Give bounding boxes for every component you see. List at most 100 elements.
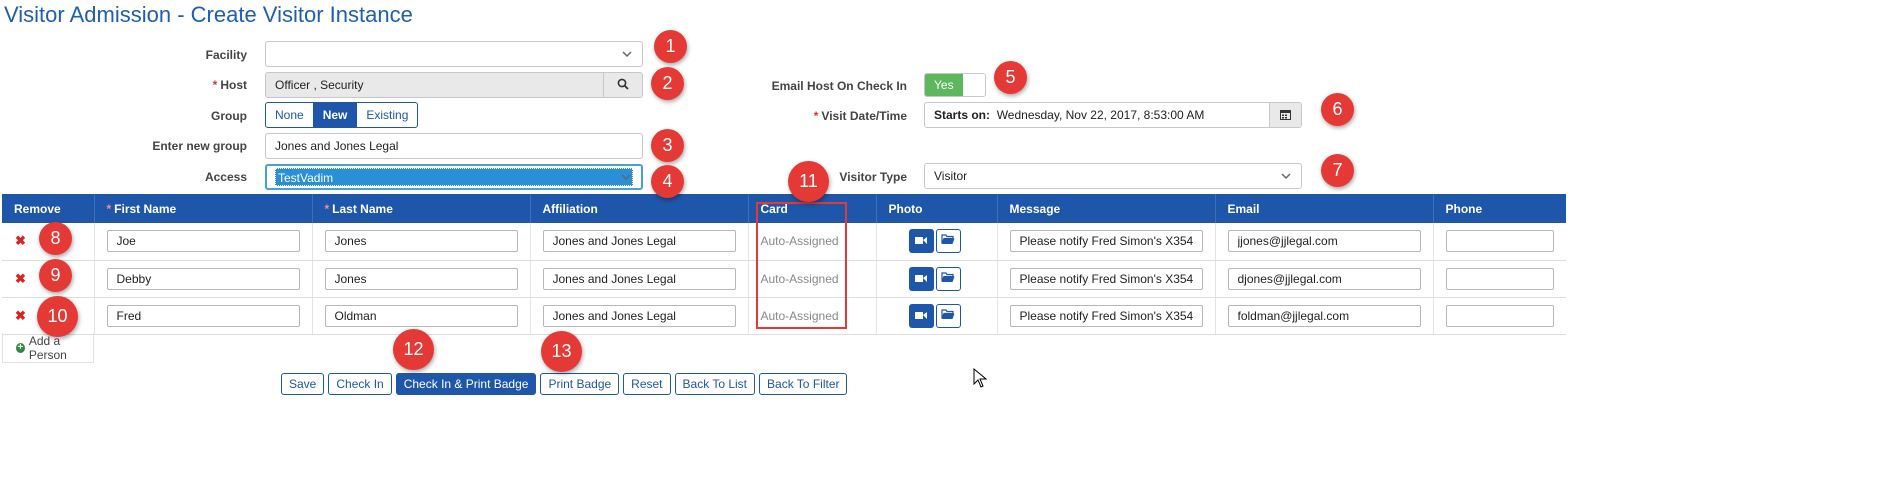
email-input[interactable] (1227, 267, 1421, 290)
folder-open-icon (941, 234, 955, 248)
group-existing-button[interactable]: Existing (356, 102, 419, 128)
reset-button[interactable]: Reset (623, 373, 671, 395)
first-name-input[interactable] (106, 304, 300, 327)
search-icon (617, 74, 629, 97)
host-value: Officer , Security (275, 78, 364, 92)
col-message: Message (997, 194, 1216, 223)
host-field[interactable]: Officer , Security (265, 72, 643, 98)
camera-button[interactable] (908, 303, 934, 328)
calendar-button[interactable] (1269, 103, 1301, 127)
marker-6: 6 (1321, 93, 1354, 126)
visit-date-value: Wednesday, Nov 22, 2017, 8:53:00 AM (996, 108, 1205, 122)
phone-input[interactable] (1445, 267, 1554, 290)
upload-button[interactable] (935, 266, 961, 291)
card-column-highlight (756, 202, 847, 329)
first-name-input[interactable] (106, 230, 300, 253)
message-input[interactable] (1009, 267, 1203, 290)
access-label: Access (204, 170, 247, 184)
upload-button[interactable] (935, 303, 961, 328)
email-host-off (962, 74, 985, 96)
chevron-down-icon (620, 47, 634, 61)
phone-input[interactable] (1445, 304, 1554, 327)
check-in-button[interactable]: Check In (328, 373, 392, 395)
marker-10: 10 (37, 296, 78, 337)
col-last-name-label: Last Name (332, 201, 393, 216)
first-name-input[interactable] (106, 267, 300, 290)
access-value: TestVadim (275, 168, 633, 186)
email-input[interactable] (1227, 230, 1421, 253)
col-last-name: * Last Name (312, 194, 531, 223)
marker-13: 13 (541, 331, 582, 372)
facility-label: Facility (205, 48, 247, 62)
marker-2: 2 (651, 67, 684, 100)
marker-9: 9 (39, 259, 72, 292)
last-name-input[interactable] (324, 230, 518, 253)
message-input[interactable] (1009, 230, 1203, 253)
visit-date-prefix: Starts on: (934, 108, 991, 122)
col-remove: Remove (2, 194, 95, 223)
affiliation-input[interactable] (542, 304, 736, 327)
phone-input[interactable] (1445, 230, 1554, 253)
upload-button[interactable] (935, 229, 961, 254)
camera-button[interactable] (908, 229, 934, 254)
add-person-button[interactable]: + Add a Person (2, 333, 94, 363)
marker-3: 3 (651, 129, 684, 162)
camera-icon (915, 309, 927, 323)
last-name-input[interactable] (324, 304, 518, 327)
col-email: Email (1215, 194, 1434, 223)
col-phone: Phone (1433, 194, 1566, 223)
print-badge-button[interactable]: Print Badge (540, 373, 620, 395)
marker-1: 1 (654, 30, 687, 63)
host-label-text: Host (220, 78, 247, 92)
check-in-print-badge-button[interactable]: Check In & Print Badge (395, 373, 537, 395)
back-to-list-button[interactable]: Back To List (674, 373, 756, 395)
email-host-toggle[interactable]: Yes (924, 73, 986, 97)
host-search-button[interactable] (603, 73, 642, 97)
remove-icon[interactable]: ✖ (15, 308, 26, 323)
remove-icon[interactable]: ✖ (15, 271, 26, 286)
marker-11: 11 (788, 161, 829, 202)
affiliation-input[interactable] (542, 230, 736, 253)
access-select[interactable]: TestVadim (265, 164, 643, 190)
group-none-button[interactable]: None (265, 102, 314, 128)
col-first-name: * First Name (94, 194, 313, 223)
action-bar: Save Check In Check In & Print Badge Pri… (281, 373, 848, 395)
group-label: Group (211, 109, 247, 123)
message-input[interactable] (1009, 304, 1203, 327)
remove-icon[interactable]: ✖ (15, 233, 26, 248)
visit-date-label: * Visit Date/Time (813, 109, 907, 123)
camera-icon (915, 272, 927, 286)
marker-12: 12 (393, 329, 434, 370)
col-first-name-label: First Name (114, 201, 177, 216)
camera-button[interactable] (908, 266, 934, 291)
visit-date-label-text: Visit Date/Time (821, 109, 907, 123)
new-group-input[interactable]: Jones and Jones Legal (265, 133, 643, 159)
visitor-type-select[interactable]: Visitor (924, 163, 1302, 189)
visit-date-field[interactable]: Starts on: Wednesday, Nov 22, 2017, 8:53… (924, 102, 1302, 128)
host-label: * Host (212, 78, 247, 92)
col-photo: Photo (876, 194, 998, 223)
page-title: Visitor Admission - Create Visitor Insta… (4, 2, 413, 27)
plus-circle-icon: + (16, 341, 25, 353)
email-host-yes: Yes (925, 74, 963, 96)
folder-open-icon (941, 271, 955, 286)
back-to-filter-button[interactable]: Back To Filter (759, 373, 848, 395)
col-affiliation: Affiliation (530, 194, 749, 223)
calendar-icon (1280, 104, 1291, 127)
affiliation-input[interactable] (542, 267, 736, 290)
marker-4: 4 (651, 165, 684, 198)
email-input[interactable] (1227, 304, 1421, 327)
chevron-down-icon (1279, 169, 1293, 183)
visitor-type-value: Visitor (934, 169, 968, 183)
mouse-cursor-icon (973, 367, 988, 393)
save-button[interactable]: Save (281, 373, 325, 395)
facility-select[interactable] (265, 41, 643, 67)
group-toggle: None New Existing (265, 102, 419, 128)
add-person-label: Add a Person (28, 333, 67, 362)
last-name-input[interactable] (324, 267, 518, 290)
folder-open-icon (941, 308, 955, 323)
marker-7: 7 (1321, 154, 1354, 187)
camera-icon (915, 234, 927, 248)
group-new-button[interactable]: New (312, 102, 358, 128)
marker-8: 8 (39, 222, 72, 255)
